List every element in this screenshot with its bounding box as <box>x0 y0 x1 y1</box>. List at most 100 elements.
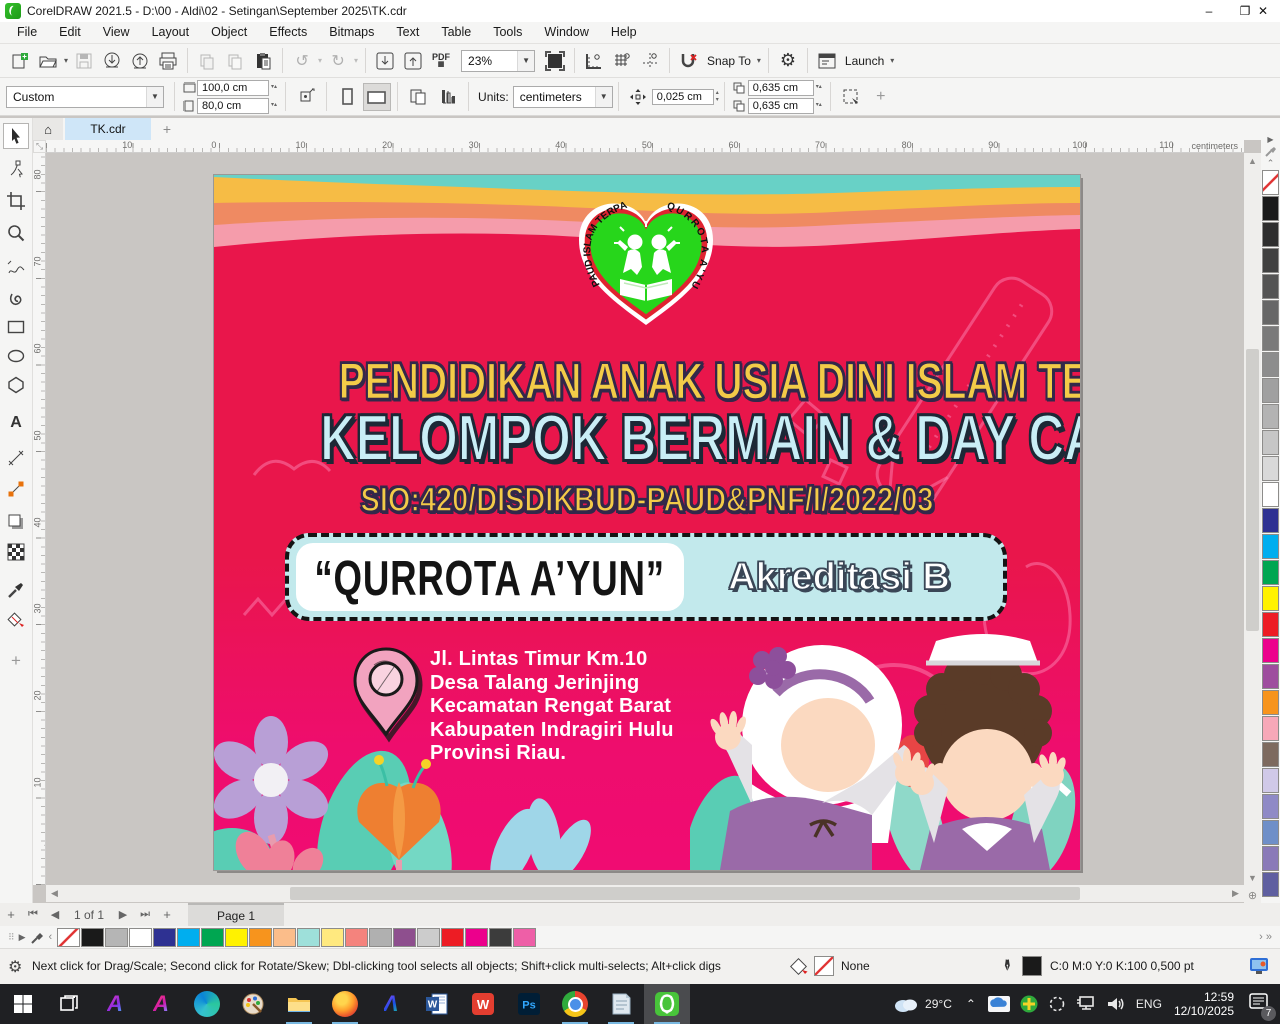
palette-scroll-up[interactable]: ⌃ <box>1267 158 1275 169</box>
minimize-button[interactable]: – <box>1192 0 1226 22</box>
notification-center[interactable]: 7 <box>1248 992 1270 1017</box>
menu-item[interactable]: View <box>92 22 141 43</box>
add-page-button[interactable]: + <box>0 907 22 922</box>
palette-grip[interactable]: ⠿ <box>8 932 15 943</box>
add-tool-plus[interactable]: + <box>3 648 29 674</box>
color-swatch[interactable] <box>1262 456 1279 481</box>
scale-icon[interactable] <box>292 83 320 111</box>
show-guidelines-icon[interactable] <box>638 49 662 73</box>
color-swatch[interactable] <box>489 928 512 947</box>
color-swatch[interactable] <box>153 928 176 947</box>
color-swatch[interactable] <box>1262 846 1279 871</box>
color-swatch[interactable] <box>1262 482 1279 507</box>
color-swatch[interactable] <box>1262 534 1279 559</box>
dimension-tool[interactable] <box>3 445 29 471</box>
export-box-icon[interactable] <box>401 49 425 73</box>
treat-as-filled-icon[interactable] <box>837 83 865 111</box>
eyedropper-tool[interactable] <box>3 577 29 603</box>
scroll-right-arrow[interactable]: ▶ <box>1227 885 1244 902</box>
launch-caret[interactable]: ▾ <box>890 56 894 65</box>
launch-icon[interactable] <box>815 49 839 73</box>
page-width-field[interactable]: 100,0 cm <box>197 80 269 96</box>
horizontal-scroll-thumb[interactable] <box>290 887 1080 900</box>
new-document-icon[interactable] <box>8 49 32 73</box>
polygon-tool[interactable] <box>3 372 29 398</box>
interactive-fill-tool[interactable] <box>3 607 29 633</box>
menu-item[interactable]: Window <box>533 22 599 43</box>
freehand-tool[interactable] <box>3 255 29 281</box>
launch-label[interactable]: Launch <box>845 54 884 68</box>
menu-item[interactable]: Text <box>385 22 430 43</box>
color-swatch[interactable] <box>1262 300 1279 325</box>
taskbar-app-ai-tool[interactable]: Λ <box>368 984 414 1024</box>
scroll-left-arrow[interactable]: ◀ <box>46 885 63 902</box>
menu-item[interactable]: File <box>6 22 48 43</box>
taskbar-app-word[interactable]: W <box>414 984 460 1024</box>
color-swatch[interactable] <box>1262 248 1279 273</box>
taskbar-app-photoshop[interactable]: Ps <box>506 984 552 1024</box>
menu-item[interactable]: Effects <box>258 22 318 43</box>
color-swatch[interactable] <box>1262 170 1279 195</box>
color-swatch[interactable] <box>105 928 128 947</box>
doc-palette-scroll-left[interactable]: ‹ <box>49 931 53 943</box>
snap-to-caret[interactable]: ▾ <box>757 56 761 65</box>
color-swatch[interactable] <box>1262 872 1279 897</box>
color-swatch[interactable] <box>297 928 320 947</box>
color-swatch[interactable] <box>57 928 80 947</box>
scroll-down-arrow[interactable]: ▼ <box>1244 870 1261 887</box>
color-swatch[interactable] <box>441 928 464 947</box>
color-swatch[interactable] <box>1262 352 1279 377</box>
menu-item[interactable]: Object <box>200 22 258 43</box>
pick-tool[interactable] <box>3 123 29 149</box>
onedrive-icon[interactable] <box>988 996 1010 1012</box>
duplicate-y-field[interactable]: 0,635 cm <box>748 98 814 114</box>
open-dropdown-caret[interactable]: ▾ <box>64 56 68 65</box>
color-swatch[interactable] <box>1262 638 1279 663</box>
color-swatch[interactable] <box>1262 274 1279 299</box>
fill-swatch-none[interactable] <box>814 956 834 976</box>
page-height-field[interactable]: 80,0 cm <box>197 98 269 114</box>
zoom-level-combo[interactable]: 23%▼ <box>461 50 535 72</box>
color-swatch[interactable] <box>465 928 488 947</box>
paste-icon[interactable] <box>251 49 275 73</box>
color-swatch[interactable] <box>201 928 224 947</box>
doc-palette-scroll-right[interactable]: › » <box>1259 931 1272 943</box>
ruler-origin-icon[interactable]: ⤡ <box>33 140 46 153</box>
print-icon[interactable] <box>156 49 180 73</box>
clock[interactable]: 12:59 12/10/2025 <box>1174 990 1234 1018</box>
show-rulers-icon[interactable] <box>582 49 606 73</box>
add-toolbar-plus[interactable]: + <box>867 83 895 111</box>
last-page-button[interactable]: ⏭ <box>134 908 156 921</box>
outline-swatch[interactable] <box>1022 956 1042 976</box>
new-tab-button[interactable]: + <box>155 118 179 140</box>
horizontal-scrollbar[interactable]: ◀ ▶ <box>46 885 1244 902</box>
color-swatch[interactable] <box>369 928 392 947</box>
color-swatch[interactable] <box>1262 586 1279 611</box>
taskbar-app-explorer[interactable] <box>276 984 322 1024</box>
color-proof-monitor-icon[interactable] <box>1248 956 1270 976</box>
close-button[interactable]: ✕ <box>1246 0 1280 22</box>
portrait-button[interactable] <box>333 83 361 111</box>
language-indicator[interactable]: ENG <box>1136 997 1162 1011</box>
color-swatch[interactable] <box>1262 612 1279 637</box>
capture-icon[interactable] <box>1048 996 1066 1012</box>
color-swatch[interactable] <box>1262 690 1279 715</box>
menu-item[interactable]: Help <box>600 22 648 43</box>
taskbar-app-firefox[interactable] <box>322 984 368 1024</box>
menu-item[interactable]: Edit <box>48 22 92 43</box>
taskbar-app-corel-draw-shortcut[interactable]: A <box>138 984 184 1024</box>
color-swatch[interactable] <box>249 928 272 947</box>
doc-palette-flyout[interactable]: ▶ <box>19 932 26 943</box>
color-swatch[interactable] <box>225 928 248 947</box>
color-swatch[interactable] <box>417 928 440 947</box>
all-pages-icon[interactable] <box>404 83 432 111</box>
add-page-button-2[interactable]: + <box>156 907 178 922</box>
taskbar-app-notes[interactable] <box>598 984 644 1024</box>
drop-shadow-tool[interactable] <box>3 509 29 535</box>
shape-tool[interactable] <box>3 156 29 182</box>
taskbar-app-corel-font-manager[interactable]: A <box>92 984 138 1024</box>
taskbar-app-chrome[interactable] <box>552 984 598 1024</box>
color-swatch[interactable] <box>1262 222 1279 247</box>
start-button[interactable] <box>0 984 46 1024</box>
color-swatch[interactable] <box>1262 430 1279 455</box>
